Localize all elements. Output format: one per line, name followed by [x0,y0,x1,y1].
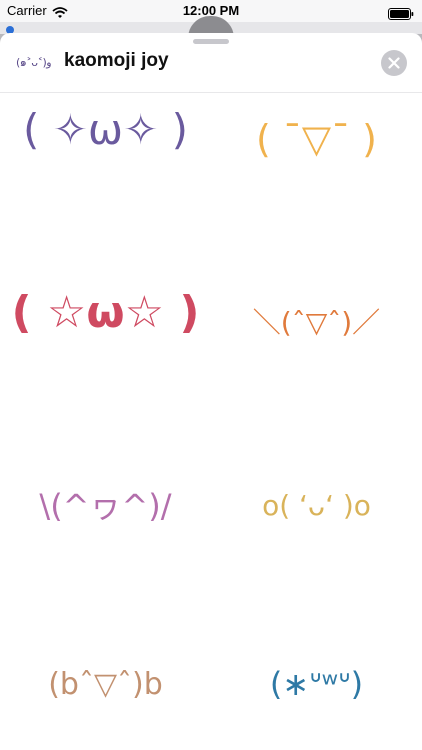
sticker-cat[interactable]: (∗ᐡʷᐡ) [211,665,422,703]
close-icon [388,57,400,69]
sticker-smug[interactable]: ( ¯▽¯ ) [211,117,422,161]
app-title: kaomoji joy [64,50,169,71]
sticker-thumbs[interactable]: (bˆ▽ˆ)b [0,667,211,702]
sticker-sparkle-eyes[interactable]: ( ✧ω✧ ) [0,105,211,154]
sticker-sheet: (๑˃ᴗ˂)ﻭ kaomoji joy ( ✧ω✧ ) ( ¯▽¯ ) ( ☆ω… [0,33,422,750]
sticker-happy-o[interactable]: o( ‘ᴗ‘ )o [211,489,422,522]
header-divider [0,92,422,93]
sticker-star-eyes[interactable]: ( ☆ω☆ ) [0,287,211,338]
sticker-cheer[interactable]: ＼(ˆ▽ˆ)／ [211,301,422,341]
close-button[interactable] [381,50,407,76]
sticker-arms-up[interactable]: \(^ヮ^)/ [0,481,211,527]
sheet-grabber[interactable] [193,39,229,44]
app-icon: (๑˃ᴗ˂)ﻭ [16,56,52,69]
